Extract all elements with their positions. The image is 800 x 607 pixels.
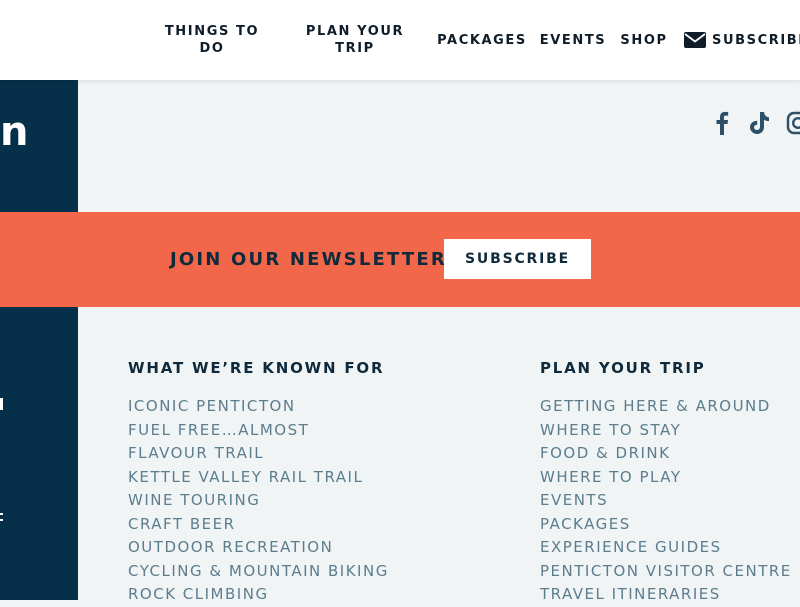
left-panel-mark bbox=[0, 396, 4, 412]
nav-things-to-do[interactable]: THINGS TO DO bbox=[160, 0, 264, 80]
newsletter-subscribe-button[interactable]: SUBSCRIBE bbox=[444, 239, 591, 279]
tiktok-icon[interactable] bbox=[748, 110, 770, 136]
footer-link[interactable]: KETTLE VALLEY RAIL TRAIL bbox=[128, 466, 389, 490]
footer-link[interactable]: TRAVEL ITINERARIES bbox=[540, 583, 792, 607]
footer-link[interactable]: EXPERIENCE GUIDES bbox=[540, 536, 792, 560]
footer-link[interactable]: CYCLING & MOUNTAIN BIKING bbox=[128, 560, 389, 584]
nav-shop[interactable]: SHOP bbox=[618, 0, 670, 80]
left-brand-panel bbox=[0, 80, 78, 600]
footer-link[interactable]: ICONIC PENTICTON bbox=[128, 395, 389, 419]
footer-link[interactable]: WINE TOURING bbox=[128, 489, 389, 513]
envelope-icon bbox=[684, 32, 706, 48]
footer-column-plan-your-trip: PLAN YOUR TRIP GETTING HERE & AROUND WHE… bbox=[540, 358, 792, 607]
instagram-icon[interactable] bbox=[786, 111, 800, 135]
top-navigation: THINGS TO DO PLAN YOUR TRIP PACKAGES EVE… bbox=[0, 0, 800, 80]
footer-column-known-for: WHAT WE’RE KNOWN FOR ICONIC PENTICTON FU… bbox=[128, 358, 389, 607]
nav-plan-your-trip[interactable]: PLAN YOUR TRIP bbox=[300, 0, 410, 80]
footer-link[interactable]: OUTDOOR RECREATION bbox=[128, 536, 389, 560]
nav-events[interactable]: EVENTS bbox=[538, 0, 608, 80]
facebook-icon[interactable] bbox=[712, 110, 732, 136]
nav-subscribe-link[interactable]: SUBSCRIBE bbox=[684, 0, 800, 80]
footer-link-list: GETTING HERE & AROUND WHERE TO STAY FOOD… bbox=[540, 395, 792, 607]
newsletter-title: JOIN OUR NEWSLETTER bbox=[170, 249, 447, 270]
footer-link-list: ICONIC PENTICTON FUEL FREE…ALMOST FLAVOU… bbox=[128, 395, 389, 607]
footer-link[interactable]: GETTING HERE & AROUND bbox=[540, 395, 792, 419]
newsletter-banner: JOIN OUR NEWSLETTER bbox=[0, 212, 800, 307]
nav-subscribe-label: SUBSCRIBE bbox=[712, 32, 800, 48]
footer-link[interactable]: FUEL FREE…ALMOST bbox=[128, 419, 389, 443]
footer-link[interactable]: PACKAGES bbox=[540, 513, 792, 537]
footer-link[interactable]: WHERE TO PLAY bbox=[540, 466, 792, 490]
footer-link[interactable]: FLAVOUR TRAIL bbox=[128, 442, 389, 466]
footer-link[interactable]: EVENTS bbox=[540, 489, 792, 513]
footer-link[interactable]: FOOD & DRINK bbox=[540, 442, 792, 466]
logo-fragment[interactable]: n bbox=[0, 108, 30, 156]
footer-column-heading: WHAT WE’RE KNOWN FOR bbox=[128, 359, 385, 377]
footer-link[interactable]: ROCK CLIMBING bbox=[128, 583, 389, 607]
social-links bbox=[712, 108, 800, 138]
footer-link[interactable]: PENTICTON VISITOR CENTRE bbox=[540, 560, 792, 584]
left-panel-mark bbox=[0, 510, 4, 524]
footer-link[interactable]: WHERE TO STAY bbox=[540, 419, 792, 443]
footer-link[interactable]: CRAFT BEER bbox=[128, 513, 389, 537]
footer-column-heading: PLAN YOUR TRIP bbox=[540, 359, 706, 377]
nav-packages[interactable]: PACKAGES bbox=[436, 0, 528, 80]
